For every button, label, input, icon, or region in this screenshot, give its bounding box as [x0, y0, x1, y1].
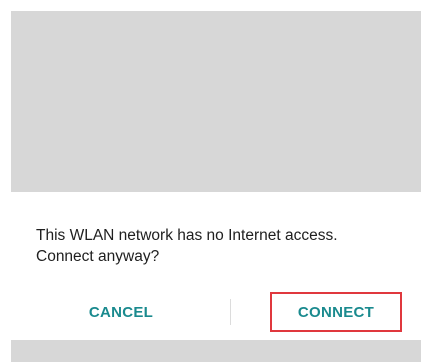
dimmed-background-top[interactable] [11, 11, 421, 192]
dialog-message-line-1: This WLAN network has no Internet access… [36, 227, 338, 244]
no-internet-dialog: This WLAN network has no Internet access… [11, 192, 421, 340]
cancel-button[interactable]: CANCEL [51, 292, 191, 332]
dialog-actions: CANCEL CONNECT [11, 292, 421, 332]
button-divider [230, 299, 231, 325]
dialog-message: This WLAN network has no Internet access… [36, 225, 406, 267]
connect-button[interactable]: CONNECT [270, 292, 402, 332]
dialog-message-line-2: Connect anyway? [36, 248, 160, 265]
dimmed-background-bottom[interactable] [11, 340, 421, 362]
screen: This WLAN network has no Internet access… [0, 0, 433, 362]
